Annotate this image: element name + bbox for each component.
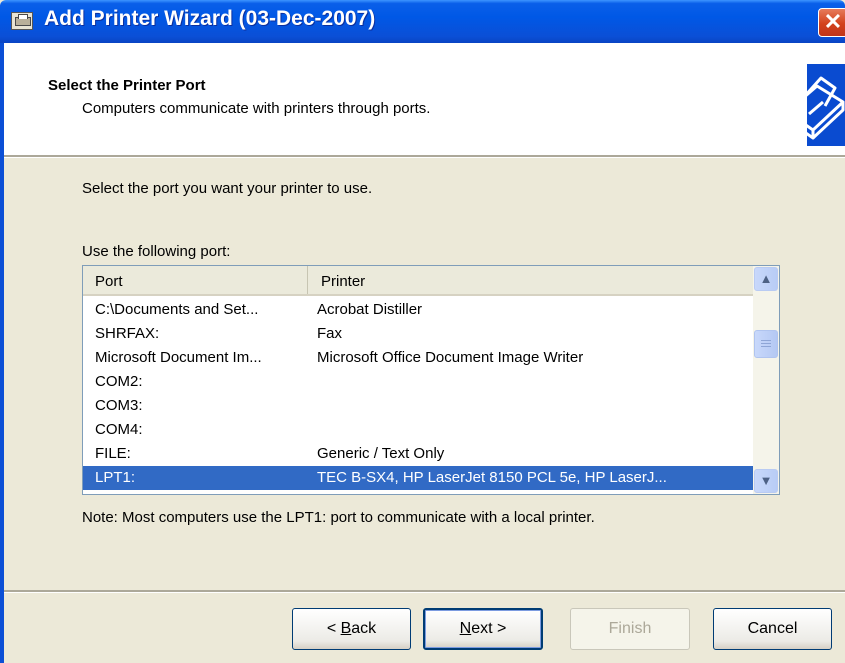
table-row[interactable]: Microsoft Document Im... Microsoft Offic… bbox=[83, 346, 753, 370]
window-title: Add Printer Wizard (03-Dec-2007) bbox=[44, 7, 376, 30]
chevron-down-icon: ▼ bbox=[759, 473, 773, 488]
column-port-label: Port bbox=[95, 273, 123, 290]
chevron-up-icon: ▲ bbox=[759, 271, 773, 286]
vertical-scrollbar[interactable]: ▲ ▼ bbox=[753, 266, 779, 494]
finish-button[interactable]: Finish bbox=[570, 608, 690, 650]
scroll-up-button[interactable]: ▲ bbox=[754, 267, 778, 291]
port-note: Note: Most computers use the LPT1: port … bbox=[82, 509, 595, 526]
scrollbar-thumb[interactable] bbox=[754, 330, 778, 358]
port-cell: COM4: bbox=[95, 421, 143, 438]
instruction-text: Select the port you want your printer to… bbox=[82, 180, 373, 197]
close-icon: ✕ bbox=[823, 9, 843, 34]
back-button[interactable]: < Back bbox=[292, 608, 411, 650]
port-cell: SHRFAX: bbox=[95, 325, 160, 342]
table-row[interactable]: SHRFAX: Fax bbox=[83, 322, 753, 346]
port-cell: Microsoft Document Im... bbox=[95, 349, 262, 366]
port-cell: C:\Documents and Set... bbox=[95, 301, 259, 318]
scroll-down-button[interactable]: ▼ bbox=[754, 469, 778, 493]
table-row[interactable]: FILE: Generic / Text Only bbox=[83, 442, 753, 466]
printer-cell: Generic / Text Only bbox=[317, 445, 445, 462]
header-subtitle: Computers communicate with printers thro… bbox=[82, 100, 431, 117]
column-header-printer[interactable]: Printer bbox=[309, 266, 753, 294]
next-button[interactable]: Next > bbox=[423, 608, 543, 650]
port-list[interactable]: Port Printer C:\Documents and Set... Acr… bbox=[82, 265, 780, 495]
back-prefix: < bbox=[326, 620, 341, 637]
printer-cell: Fax bbox=[317, 325, 343, 342]
printer-cell: Acrobat Distiller bbox=[317, 301, 423, 318]
table-row[interactable]: COM4: bbox=[83, 418, 753, 442]
printer-cell: Microsoft Office Document Image Writer bbox=[317, 349, 584, 366]
table-row[interactable]: COM3: bbox=[83, 394, 753, 418]
list-column-header: Port Printer bbox=[83, 266, 753, 296]
next-rest: ext > bbox=[471, 620, 507, 637]
printer-cell: TEC B-SX4, HP LaserJet 8150 PCL 5e, HP L… bbox=[317, 469, 667, 486]
column-printer-label: Printer bbox=[321, 273, 366, 290]
add-printer-wizard-window: Add Printer Wizard (03-Dec-2007) ✕ Selec… bbox=[0, 0, 845, 663]
port-cell: COM2: bbox=[95, 373, 143, 390]
table-row[interactable]: C:\Documents and Set... Acrobat Distille… bbox=[83, 298, 753, 322]
close-button[interactable]: ✕ bbox=[818, 8, 845, 37]
printer-wizard-icon bbox=[11, 12, 33, 30]
column-header-port[interactable]: Port bbox=[83, 266, 308, 294]
next-accel: N bbox=[459, 620, 472, 637]
wizard-header: Select the Printer Port Computers commun… bbox=[0, 43, 845, 155]
footer-divider bbox=[4, 590, 845, 593]
port-cell: COM3: bbox=[95, 397, 143, 414]
back-rest: ack bbox=[351, 620, 377, 637]
table-row[interactable]: COM2: bbox=[83, 370, 753, 394]
header-divider bbox=[4, 155, 845, 158]
header-title: Select the Printer Port bbox=[48, 77, 206, 94]
table-row-selected[interactable]: LPT1: TEC B-SX4, HP LaserJet 8150 PCL 5e… bbox=[83, 466, 753, 490]
title-bar[interactable]: Add Printer Wizard (03-Dec-2007) ✕ bbox=[0, 0, 845, 43]
port-cell: LPT1: bbox=[95, 469, 136, 486]
port-list-label: Use the following port: bbox=[82, 243, 231, 260]
port-cell: FILE: bbox=[95, 445, 131, 462]
window-border bbox=[0, 155, 4, 663]
printer-icon bbox=[807, 64, 845, 146]
back-accel: B bbox=[340, 620, 352, 637]
cancel-button[interactable]: Cancel bbox=[713, 608, 832, 650]
